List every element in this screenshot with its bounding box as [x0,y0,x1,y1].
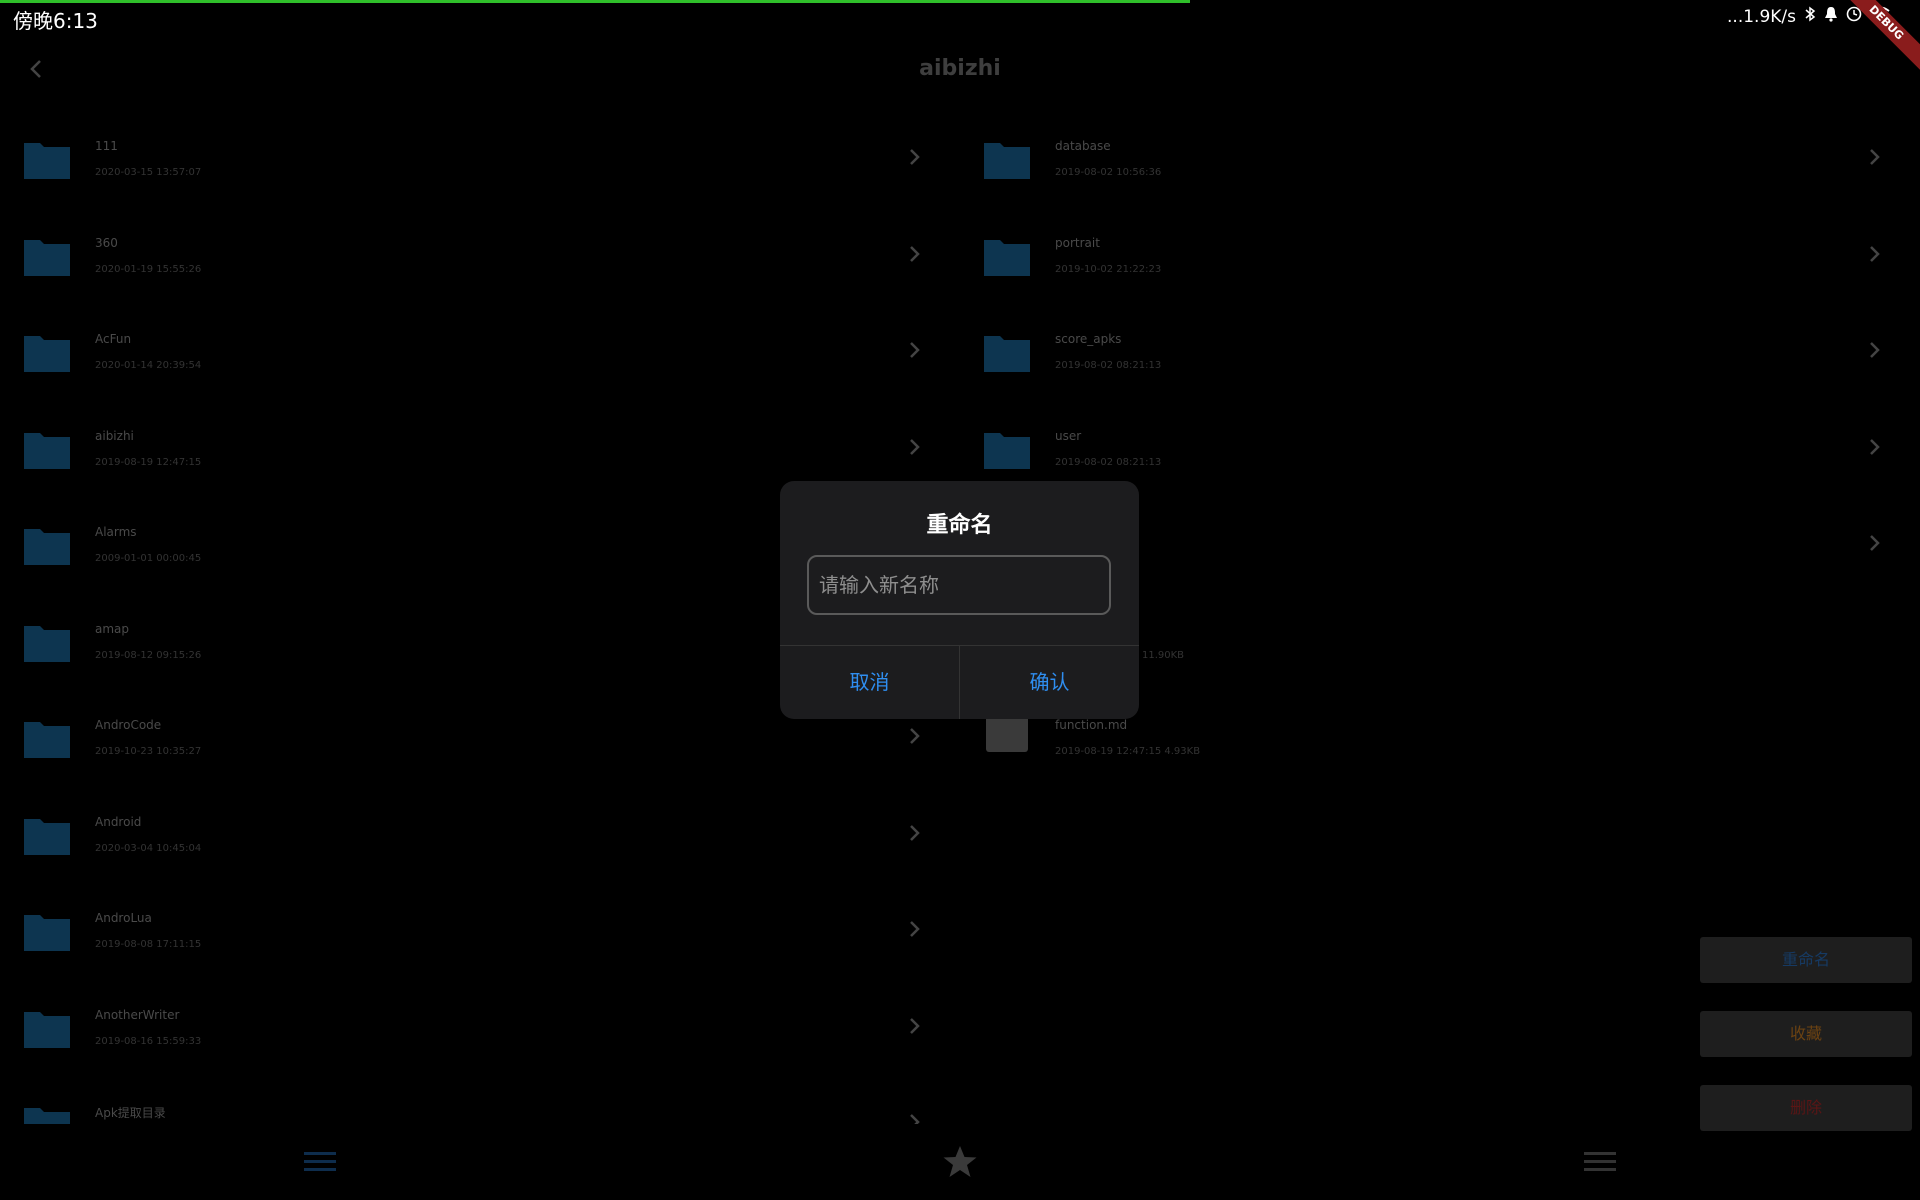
list-item[interactable]: 360 2020-01-19 15:55:26 [0,202,940,299]
folder-icon [984,139,1030,179]
status-time: 傍晚6:13 [13,9,98,33]
folder-icon [984,429,1030,469]
file-meta: 2019-08-02 10:56:36 [1055,167,1162,178]
file-name: database [1055,139,1111,153]
file-name: Alarms [95,525,137,539]
list-item[interactable]: Android 2020-03-04 10:45:04 [0,781,940,878]
chevron-right-icon [908,340,922,360]
file-name: aibizhi [95,428,134,443]
chevron-right-icon [908,726,922,746]
folder-icon [24,525,70,565]
notification-bell-icon [1824,6,1838,27]
list-item[interactable]: aibizhi 2019-08-19 12:47:15 [0,395,940,492]
new-name-input[interactable] [807,555,1111,615]
confirm-button[interactable]: 确认 [960,646,1139,719]
file-name: score_apks [1055,332,1122,346]
chevron-right-icon [908,1016,922,1036]
chevron-right-icon [1868,437,1882,457]
chevron-right-icon [908,437,922,457]
file-meta: 2020-01-19 15:55:26 [95,263,202,275]
list-item[interactable]: 111 2020-03-15 13:57:07 [0,105,940,202]
list-item[interactable]: score_apks 2019-08-02 08:21:13 [960,298,1900,395]
file-meta: 2019-10-02 21:22:23 [1055,263,1162,275]
file-name: AcFun [95,332,132,346]
chevron-right-icon [1868,147,1882,167]
file-meta: 2019-10-23 10:35:27 [95,746,202,757]
chevron-right-icon [1868,533,1882,553]
file-meta: 2009-01-01 00:00:45 [95,553,202,564]
menu-icon[interactable] [304,1150,336,1174]
file-meta: 2019-08-12 09:15:26 [95,649,202,661]
folder-icon [984,332,1030,372]
star-icon[interactable] [942,1145,978,1179]
file-meta: 2019-08-08 17:11:15 [95,939,202,950]
folder-icon [24,1008,70,1048]
file-name: AndroCode [95,718,162,732]
dialog-title: 重命名 [926,513,993,538]
list-item[interactable]: database 2019-08-02 10:56:36 [960,105,1900,202]
folder-icon [24,429,70,469]
file-meta: 2019-08-19 12:47:15 4.93KB [1055,746,1201,757]
file-name: function.md [1055,718,1128,732]
network-speed: ...1.9K/s [1727,6,1796,27]
chevron-right-icon [908,244,922,264]
file-meta: 2019-08-19 12:47:15 [95,456,202,468]
file-name: Android [95,814,142,829]
rename-button[interactable]: 重命名 [1700,937,1912,983]
folder-icon [24,622,70,662]
folder-icon [24,1104,70,1124]
file-name: 111 [95,139,118,153]
cancel-button[interactable]: 取消 [780,646,959,719]
file-name: user [1055,428,1082,443]
file-name: portrait [1055,235,1100,250]
folder-icon [24,911,70,951]
folder-icon [24,718,70,758]
file-meta: 11.90KB [1142,649,1185,661]
chevron-right-icon [908,147,922,167]
file-name: Apk提取目录 [95,1106,166,1120]
list-item[interactable]: AndroLua 2019-08-08 17:11:15 [0,877,940,974]
chevron-right-icon [908,1112,922,1124]
chevron-right-icon [908,919,922,939]
file-name: AndroLua [95,911,152,925]
bluetooth-icon [1804,6,1816,27]
file-meta: 2020-01-14 20:39:54 [95,360,202,371]
folder-icon [24,332,70,372]
folder-icon [24,139,70,179]
file-meta: 2020-03-15 13:57:07 [95,167,202,178]
file-name: AnotherWriter [95,1007,180,1022]
list-item[interactable]: portrait 2019-10-02 21:22:23 [960,202,1900,299]
file-name: amap [95,621,130,636]
file-meta: 2019-08-02 08:21:13 [1055,456,1162,468]
file-name: 360 [95,235,118,250]
delete-button[interactable]: 删除 [1700,1085,1912,1131]
menu-icon[interactable] [1584,1150,1616,1174]
file-meta: 2019-08-02 08:21:13 [1055,360,1162,371]
page-title: aibizhi [919,56,1001,81]
list-item[interactable]: Apk提取目录 [0,1070,940,1124]
favorite-button[interactable]: 收藏 [1700,1011,1912,1057]
file-meta: 2019-08-16 15:59:33 [95,1035,202,1047]
chevron-right-icon [1868,340,1882,360]
folder-icon [24,236,70,276]
folder-icon [984,236,1030,276]
loading-progress-bar [0,0,1190,3]
rename-dialog: 重命名 取消 确认 [780,481,1139,719]
list-item[interactable]: user 2019-08-02 08:21:13 [960,395,1900,492]
folder-icon [24,815,70,855]
status-bar: 傍晚6:13 ...1.9K/s DEBUG [0,0,1920,79]
chevron-right-icon [908,823,922,843]
chevron-right-icon [1868,244,1882,264]
file-meta: 2020-03-04 10:45:04 [95,842,202,854]
list-item[interactable]: AnotherWriter 2019-08-16 15:59:33 [0,974,940,1071]
list-item[interactable]: AcFun 2020-01-14 20:39:54 [0,298,940,395]
